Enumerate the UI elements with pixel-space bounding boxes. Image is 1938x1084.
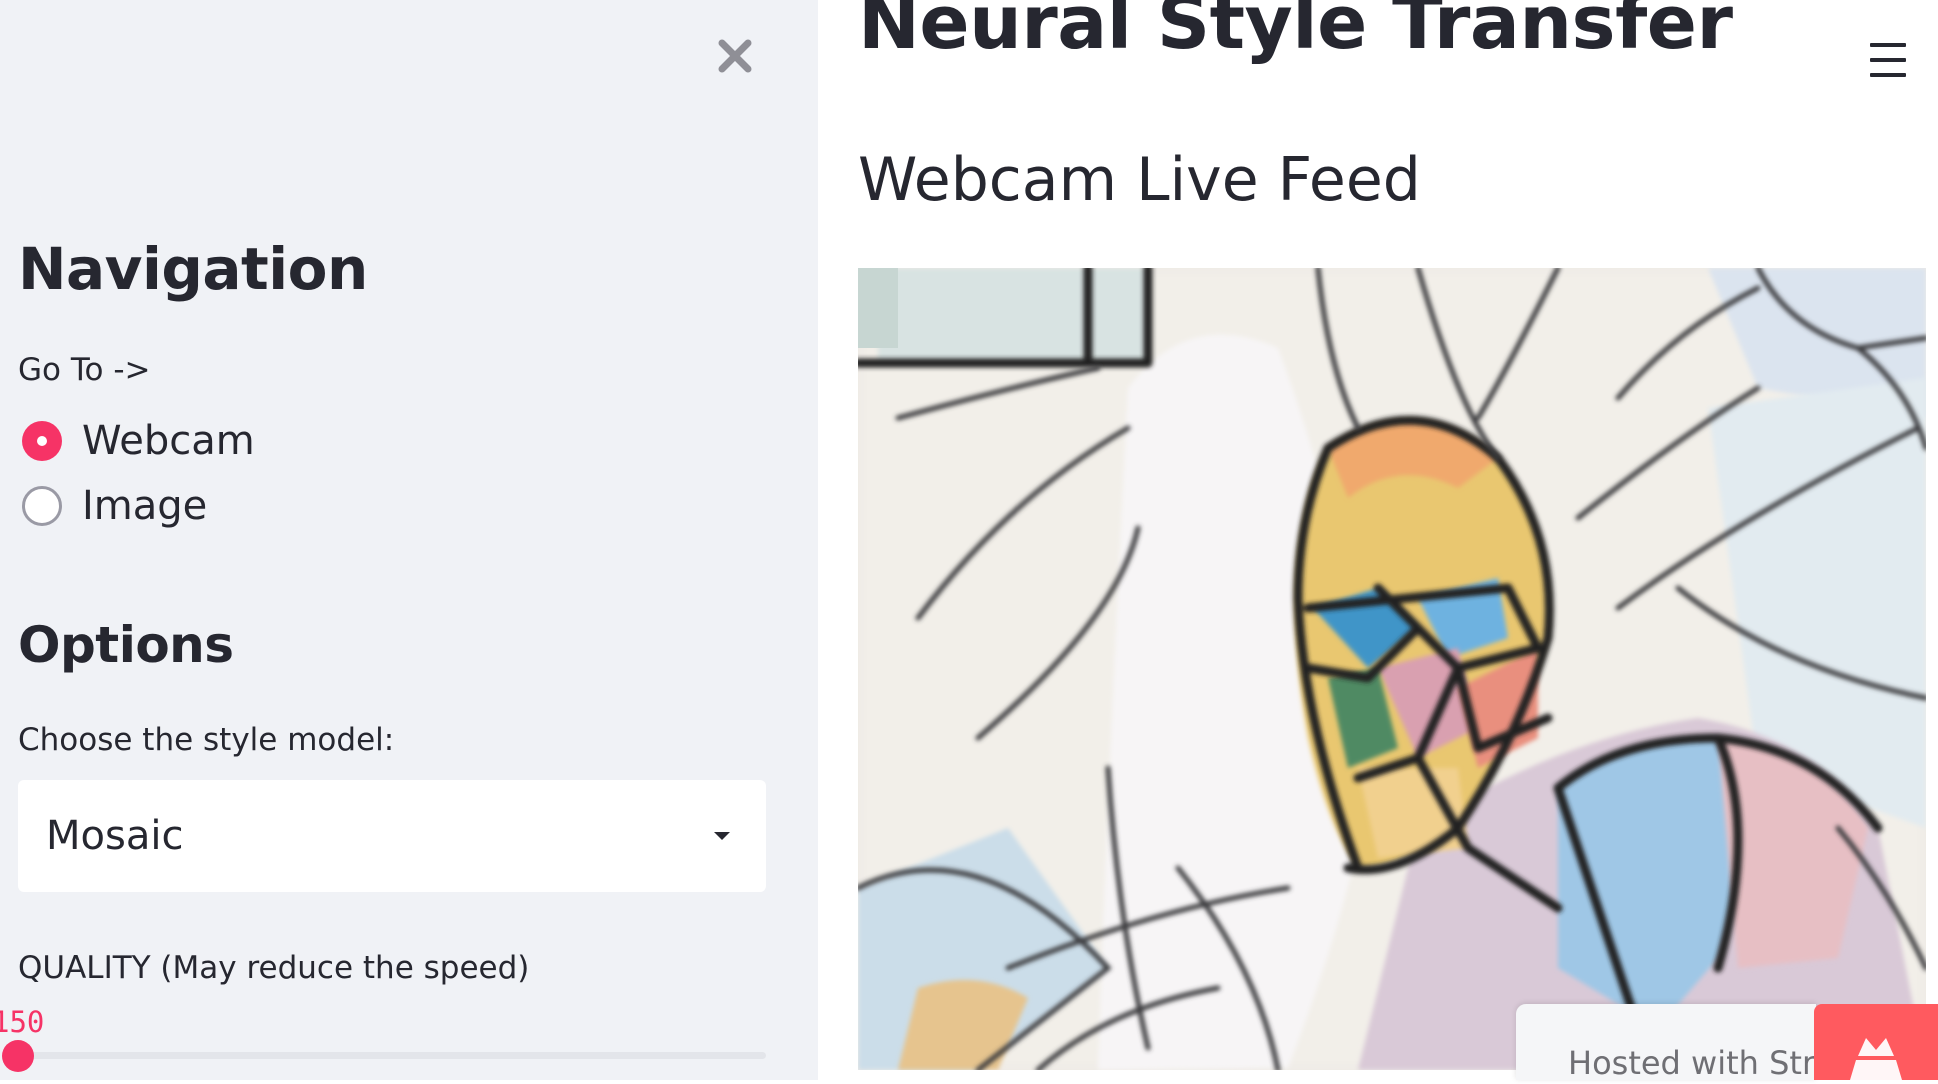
hosted-with-text: Hosted with Streamlit [1568,1044,1816,1080]
hamburger-menu-icon [1870,43,1906,47]
radio-option-image[interactable]: Image [22,483,208,529]
style-model-label: Choose the style model: [18,722,395,758]
close-icon [718,39,752,73]
hamburger-menu-icon-bar [1870,73,1906,77]
navigation-title: Navigation [18,235,368,303]
radio-unselected-indicator [22,486,62,526]
main-menu-button[interactable] [1864,40,1912,80]
quality-slider-track[interactable] [18,1052,766,1059]
webcam-feed-subheader: Webcam Live Feed [858,145,1421,215]
style-model-value: Mosaic [46,813,184,859]
sidebar: Navigation Go To -> Webcam Image Options… [0,0,818,1080]
quality-slider-thumb[interactable] [2,1040,34,1072]
radio-option-webcam[interactable]: Webcam [22,418,255,464]
streamlit-logo-button[interactable] [1814,1004,1938,1080]
goto-label: Go To -> [18,352,151,388]
chevron-down-icon [714,832,730,840]
radio-label-webcam: Webcam [82,418,255,464]
hosted-with-streamlit-badge[interactable]: Hosted with Streamlit [1516,1004,1816,1080]
page-title: Neural Style Transfer [858,0,1733,66]
close-sidebar-button[interactable] [711,32,759,80]
webcam-feed-image [858,268,1926,1070]
options-title: Options [18,616,234,674]
style-model-select[interactable]: Mosaic [18,780,766,892]
hamburger-menu-icon-bar [1870,58,1906,62]
radio-selected-indicator [22,421,62,461]
quality-label: QUALITY (May reduce the speed) [18,950,530,986]
radio-label-image: Image [82,483,208,529]
quality-slider-value: 150 [0,1005,45,1039]
streamlit-crown-icon [1850,1038,1902,1080]
